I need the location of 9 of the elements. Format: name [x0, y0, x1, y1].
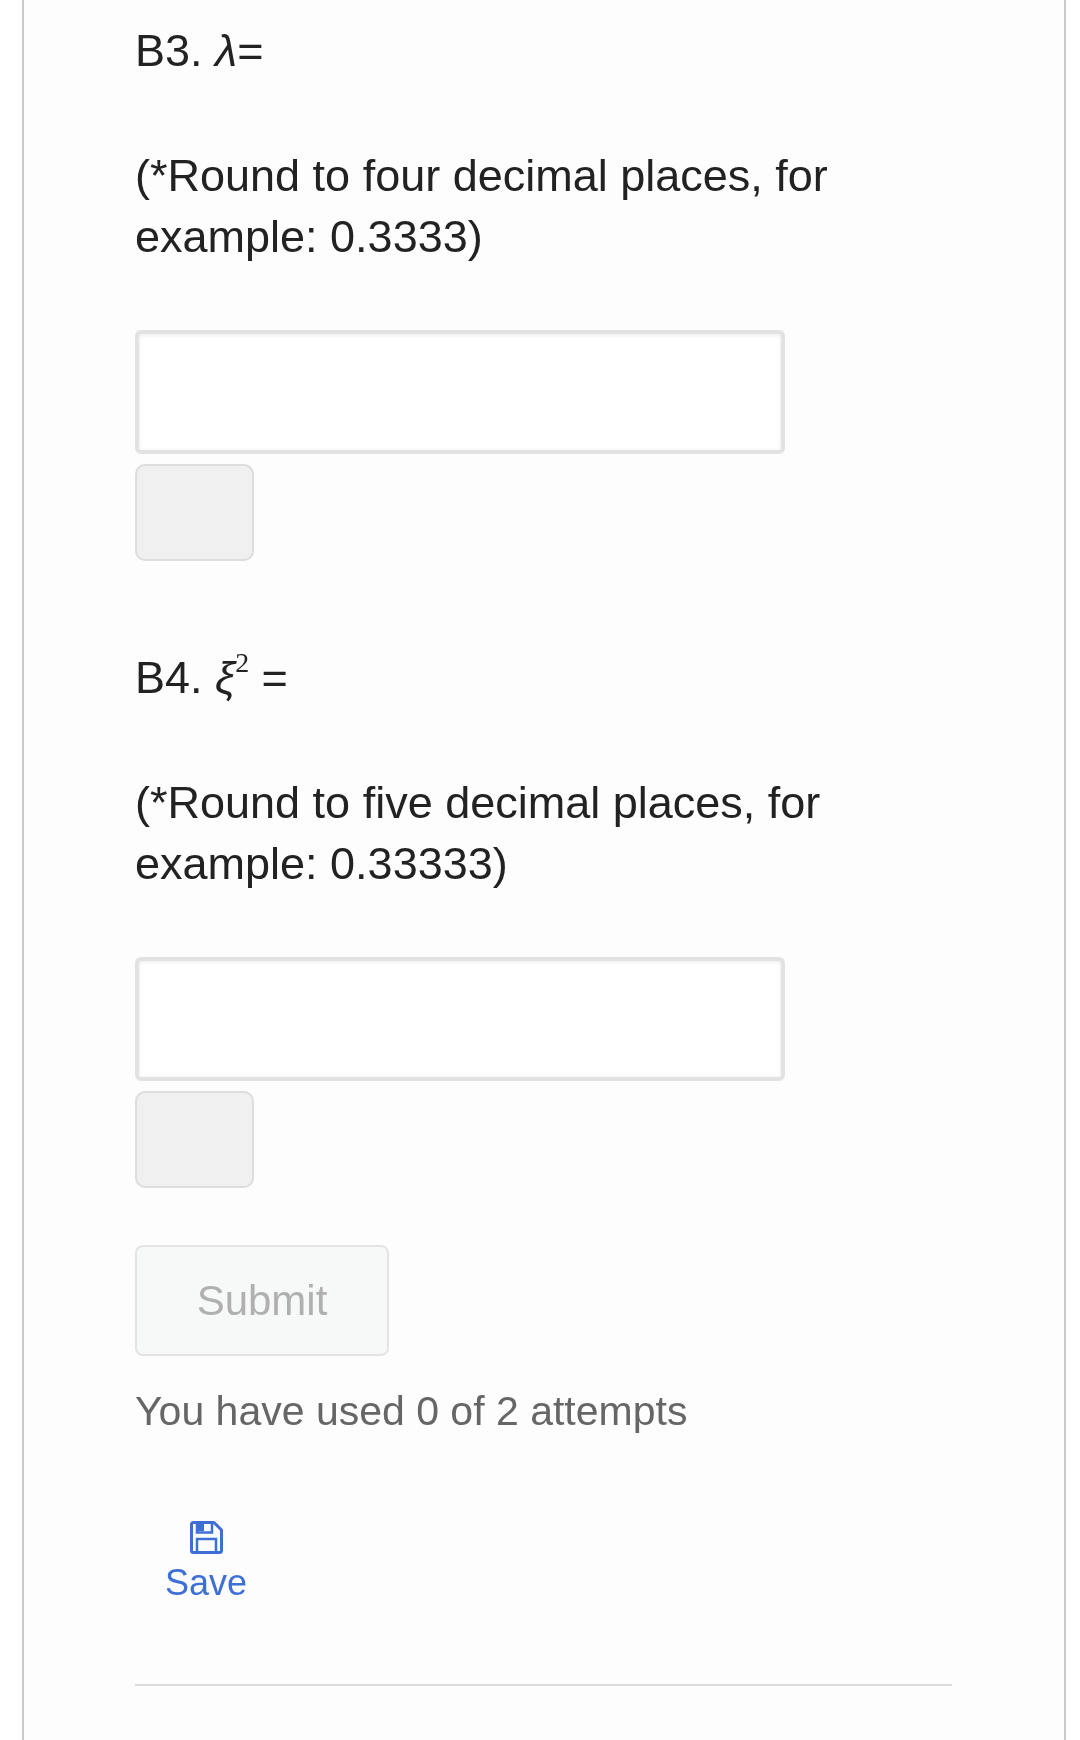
save-button[interactable]: Save	[165, 1521, 248, 1604]
answer-input-field[interactable]	[135, 330, 785, 454]
rounding-instruction: (*Round to five decimal places, for example: 0.33333)	[135, 776, 822, 891]
question-label: B4. ξ$^{2}$ =	[135, 647, 288, 705]
answer-input-field[interactable]	[135, 957, 785, 1081]
save-icon	[189, 1521, 223, 1554]
rounding-instruction: (*Round to four decimal places, for example: 0.3333)	[135, 149, 829, 264]
attempts-note: You have used 0 of 2 attempts	[135, 1387, 688, 1436]
question-label: B3. λ=	[135, 24, 264, 78]
